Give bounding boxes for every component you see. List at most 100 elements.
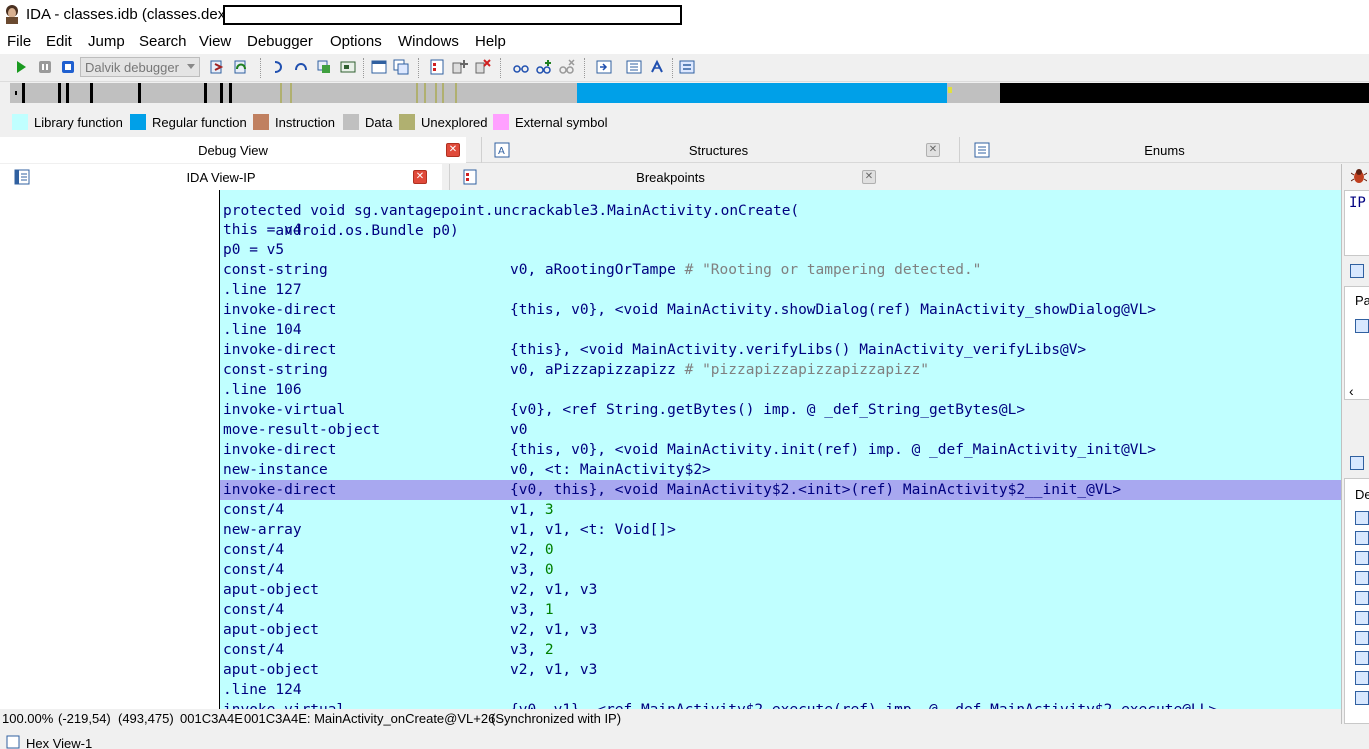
registers-panel[interactable]: IP bbox=[1344, 190, 1369, 256]
code-operands: {v0, v1}, <ref MainActivity$2.execute(re… bbox=[510, 700, 1217, 709]
pause-process-button[interactable] bbox=[36, 58, 54, 76]
legend-item: Library function bbox=[12, 112, 123, 132]
code-line[interactable]: const/4 v3, 0 bbox=[220, 560, 1341, 580]
code-line[interactable]: new-array v1, v1, <t: Void[]> bbox=[220, 520, 1341, 540]
code-line[interactable]: aput-object v2, v1, v3 bbox=[220, 660, 1341, 680]
code-number: 0 bbox=[544, 562, 554, 578]
code-operand-text: {this, v0}, <void MainActivity.init(ref)… bbox=[510, 442, 1157, 458]
tab-enums[interactable]: Enums bbox=[959, 137, 1369, 163]
tab-hex-view[interactable]: Hex View-1 bbox=[0, 732, 1369, 749]
trace-options-icon bbox=[679, 60, 695, 74]
code-header-line[interactable]: protected void sg.vantagepoint.uncrackab… bbox=[220, 190, 1341, 219]
status-coords-2: (493,475) bbox=[118, 711, 174, 726]
code-line[interactable]: invoke-direct {this}, <void MainActivity.… bbox=[220, 340, 1341, 360]
code-line[interactable]: const/4 v2, 0 bbox=[220, 540, 1341, 560]
code-line[interactable]: const/4 v1, 3 bbox=[220, 500, 1341, 520]
step-into-icon bbox=[210, 60, 224, 74]
close-icon[interactable]: ✕ bbox=[926, 143, 940, 157]
threads-panel[interactable]: De bbox=[1344, 478, 1369, 724]
disasm-window-button[interactable] bbox=[370, 58, 388, 76]
legend-item: Instruction bbox=[253, 112, 335, 132]
ida-logo-icon bbox=[6, 5, 18, 24]
add-breakpoint-button[interactable] bbox=[451, 58, 469, 76]
step-into-nav-button[interactable] bbox=[270, 58, 288, 76]
terminate-process-button[interactable] bbox=[59, 58, 77, 76]
navigation-band[interactable] bbox=[0, 82, 1369, 104]
code-mnemonic: aput-object bbox=[223, 582, 320, 598]
breakpoints-list-button[interactable] bbox=[428, 58, 446, 76]
disassembly-view[interactable]: protected void sg.vantagepoint.uncrackab… bbox=[219, 190, 1341, 709]
code-line-current[interactable]: invoke-direct {v0, this}, <void MainActiv… bbox=[220, 480, 1341, 500]
close-icon[interactable]: ✕ bbox=[446, 143, 460, 157]
tab-debug-view[interactable]: Debug View ✕ bbox=[0, 137, 466, 163]
menu-file[interactable]: File bbox=[7, 33, 31, 50]
code-line[interactable]: .line 124 bbox=[220, 680, 1341, 700]
legend-item: Data bbox=[343, 112, 392, 132]
chevron-left-icon[interactable]: ‹ bbox=[1349, 383, 1354, 399]
start-process-button[interactable] bbox=[12, 58, 30, 76]
window-small-icon[interactable] bbox=[1350, 264, 1364, 278]
menu-options[interactable]: Options bbox=[330, 33, 382, 50]
code-operands: v0, aRootingOrTampe # "Rooting or tamper… bbox=[510, 260, 981, 280]
code-line[interactable]: p0 = v5 bbox=[220, 240, 1341, 260]
menu-edit[interactable]: Edit bbox=[46, 33, 72, 50]
code-line[interactable]: const/4 v3, 2 bbox=[220, 640, 1341, 660]
modules-panel[interactable]: Pa ‹ bbox=[1344, 286, 1369, 400]
code-header-line[interactable]: android.os.Bundle p0) bbox=[220, 201, 1341, 239]
code-line[interactable]: const-string v0, aPizzapizzapizz # "pizza… bbox=[220, 360, 1341, 380]
code-line[interactable]: aput-object v2, v1, v3 bbox=[220, 580, 1341, 600]
code-line[interactable]: aput-object v2, v1, v3 bbox=[220, 620, 1341, 640]
run-to-cursor-button[interactable] bbox=[315, 58, 333, 76]
add-watch-button[interactable] bbox=[535, 58, 553, 76]
code-line[interactable]: const-string v0, aRootingOrTampe # "Rooti… bbox=[220, 260, 1341, 280]
code-line[interactable]: const/4 v3, 1 bbox=[220, 600, 1341, 620]
menu-bar: File Edit Jump Search View Debugger Opti… bbox=[0, 30, 1369, 54]
delete-breakpoint-button[interactable] bbox=[474, 58, 492, 76]
code-line[interactable]: invoke-virtual {v0}, <ref String.getBytes… bbox=[220, 400, 1341, 420]
tab-ida-view-ip[interactable]: IDA View-IP ✕ bbox=[0, 164, 442, 190]
code-mnemonic: const-string bbox=[223, 362, 328, 378]
tab-structures[interactable]: A Structures ✕ bbox=[481, 137, 955, 163]
delete-watch-button[interactable] bbox=[558, 58, 576, 76]
watch-view-button[interactable] bbox=[512, 58, 530, 76]
graph-overview-panel[interactable] bbox=[0, 190, 219, 709]
code-line[interactable]: this = v4 bbox=[220, 220, 1341, 240]
trace-window-button[interactable] bbox=[595, 58, 613, 76]
tab-breakpoints[interactable]: Breakpoints ✕ bbox=[449, 164, 891, 190]
memory-window-button[interactable] bbox=[392, 58, 410, 76]
close-icon[interactable]: ✕ bbox=[862, 170, 876, 184]
instruction-trace-button[interactable] bbox=[625, 58, 643, 76]
code-number: 2 bbox=[544, 642, 554, 658]
menu-jump[interactable]: Jump bbox=[88, 33, 125, 50]
trace-options-button[interactable] bbox=[678, 58, 696, 76]
legend-item: Unexplored bbox=[399, 112, 488, 132]
code-line[interactable]: .line 106 bbox=[220, 380, 1341, 400]
menu-help[interactable]: Help bbox=[475, 33, 506, 50]
code-line[interactable]: invoke-virtual {v0, v1}, <ref MainActivit… bbox=[220, 700, 1341, 709]
code-mnemonic: .line 127 bbox=[223, 282, 302, 298]
debugger-select[interactable]: Dalvik debugger bbox=[80, 57, 200, 77]
code-operands: v2, v1, v3 bbox=[510, 580, 597, 600]
step-over-nav-button[interactable] bbox=[292, 58, 310, 76]
status-sync: (Synchronized with IP) bbox=[491, 711, 622, 726]
code-line[interactable]: invoke-direct {this, v0}, <void MainActiv… bbox=[220, 300, 1341, 320]
code-line[interactable]: invoke-direct {this, v0}, <void MainActiv… bbox=[220, 440, 1341, 460]
code-line[interactable]: move-result-object v0 bbox=[220, 420, 1341, 440]
code-operands: v0, aPizzapizzapizz # "pizzapizzapizzapi… bbox=[510, 360, 929, 380]
menu-view[interactable]: View bbox=[199, 33, 231, 50]
code-line[interactable]: .line 104 bbox=[220, 320, 1341, 340]
menu-debugger[interactable]: Debugger bbox=[247, 33, 313, 50]
function-trace-button[interactable] bbox=[648, 58, 666, 76]
menu-windows[interactable]: Windows bbox=[398, 33, 459, 50]
panel-label: De bbox=[1355, 487, 1369, 502]
menu-search[interactable]: Search bbox=[139, 33, 187, 50]
debug-step-into-button[interactable] bbox=[208, 58, 226, 76]
code-line[interactable]: new-instance v0, <t: MainActivity$2> bbox=[220, 460, 1341, 480]
code-mnemonic: aput-object bbox=[223, 622, 320, 638]
step-until-return-button[interactable] bbox=[339, 58, 357, 76]
debug-step-over-button[interactable] bbox=[232, 58, 250, 76]
close-icon[interactable]: ✕ bbox=[413, 170, 427, 184]
code-line[interactable]: .line 127 bbox=[220, 280, 1341, 300]
title-search-box[interactable] bbox=[223, 5, 682, 25]
window-small-icon[interactable] bbox=[1350, 456, 1364, 470]
